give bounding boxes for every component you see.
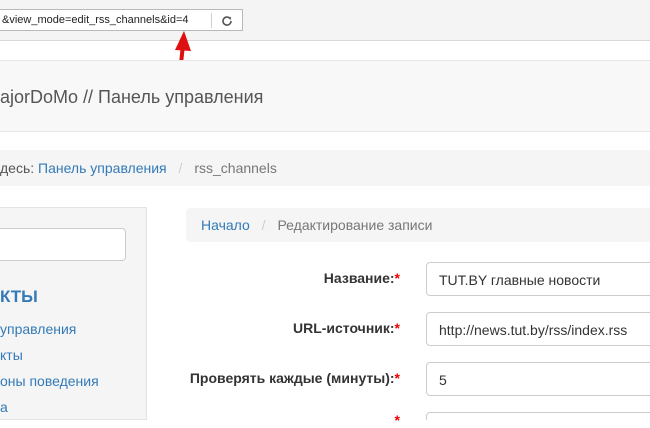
reload-icon <box>222 15 232 26</box>
url-source-input-value[interactable]: http://news.tut.by/rss/index.rss <box>439 322 627 338</box>
title-label-text: Название: <box>323 270 395 286</box>
fourth-field-input[interactable] <box>426 412 650 420</box>
title-input-value[interactable]: TUT.BY главные новости <box>439 272 600 288</box>
url-source-label-text: URL-источник: <box>292 320 395 336</box>
navbar-brand[interactable]: ajorDoMo // Панель управления <box>0 87 263 108</box>
sidebar-item-control-panel[interactable]: управления <box>0 321 76 337</box>
check-interval-label-text: Проверять каждые (минуты): <box>189 370 395 386</box>
title-label: Название:* <box>324 270 400 286</box>
main-breadcrumb: Начало / Редактирование записи <box>186 208 650 242</box>
main-breadcrumb-home-link[interactable]: Начало <box>201 217 250 233</box>
main-breadcrumb-separator: / <box>261 217 266 233</box>
reload-button[interactable] <box>214 11 240 30</box>
sidebar-item-more[interactable]: а <box>0 399 8 415</box>
breadcrumb-separator: / <box>178 160 183 176</box>
address-bar[interactable]: &view_mode=edit_rss_channels&id=4 <box>0 9 243 31</box>
sidebar: КТЫ управления кты оны поведения а <box>0 207 147 420</box>
sidebar-item-behavior-patterns[interactable]: оны поведения <box>0 373 99 389</box>
top-breadcrumb: десь: Панель управления / rss_channels <box>0 150 650 186</box>
url-source-label: URL-источник:* <box>293 320 400 336</box>
navbar: ajorDoMo // Панель управления <box>0 60 650 132</box>
sidebar-item-objects[interactable]: кты <box>0 347 23 363</box>
breadcrumb-prefix: десь: <box>0 160 35 176</box>
title-input[interactable]: TUT.BY главные новости <box>426 262 650 296</box>
check-interval-label: Проверять каждые (минуты):* <box>190 370 400 386</box>
address-bar-divider <box>211 13 212 28</box>
required-mark: * <box>394 320 400 336</box>
browser-toolbar: &view_mode=edit_rss_channels&id=4 <box>0 0 650 41</box>
required-mark: * <box>394 412 400 428</box>
breadcrumb-current: rss_channels <box>194 160 277 176</box>
required-mark: * <box>394 270 400 286</box>
sidebar-title: КТЫ <box>0 287 38 306</box>
required-mark: * <box>394 370 400 386</box>
breadcrumb-home-link[interactable]: Панель управления <box>38 160 167 176</box>
fourth-field-label: * <box>395 412 400 428</box>
check-interval-input[interactable]: 5 <box>426 362 650 396</box>
check-interval-input-value[interactable]: 5 <box>439 372 447 388</box>
url-source-input[interactable]: http://news.tut.by/rss/index.rss <box>426 312 650 346</box>
main-breadcrumb-current: Редактирование записи <box>277 217 433 233</box>
sidebar-search-input[interactable] <box>0 228 126 261</box>
address-bar-url[interactable]: &view_mode=edit_rss_channels&id=4 <box>2 14 189 26</box>
